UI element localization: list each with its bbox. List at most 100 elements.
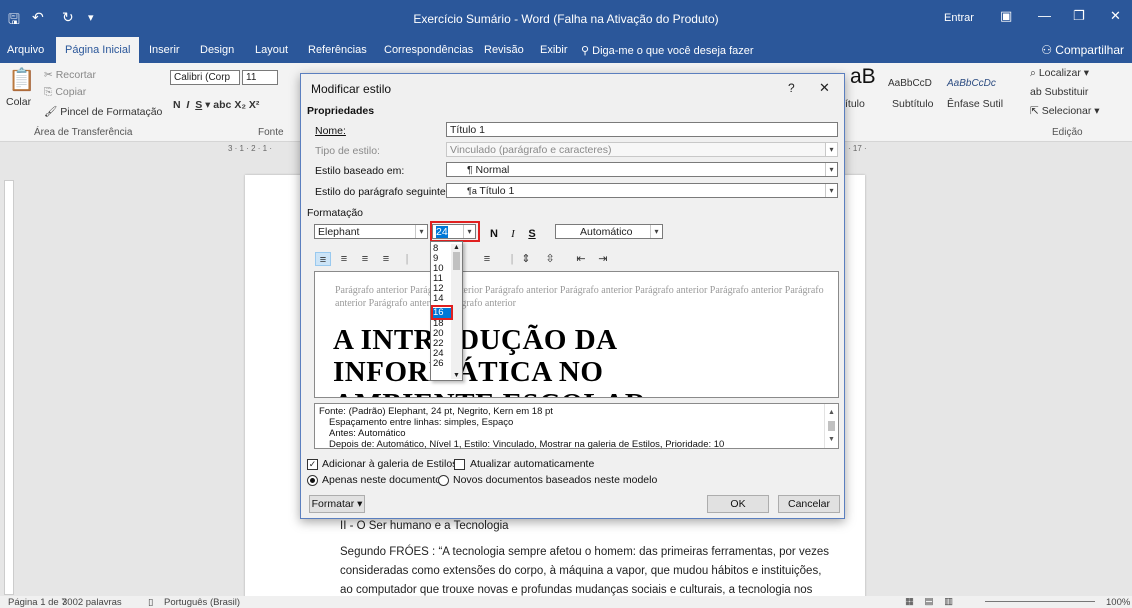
font-size-highlight xyxy=(430,221,480,242)
ruler-marks-left: 3 · 1 · 2 · 1 · xyxy=(228,144,273,153)
ok-button[interactable]: OK xyxy=(707,495,769,513)
paragraph-spacing-icon[interactable]: ⇳ xyxy=(542,252,558,266)
font-select[interactable]: Elephant ▾ xyxy=(314,224,428,239)
vertical-ruler-track xyxy=(4,180,14,595)
underline-button[interactable]: S xyxy=(524,226,540,242)
find-button[interactable]: ⌕ Localizar ▾ xyxy=(1030,67,1089,80)
font-color-select[interactable]: Automático ▾ xyxy=(555,224,663,239)
person-icon: ⚇ xyxy=(1041,43,1056,57)
vertical-ruler[interactable] xyxy=(0,158,18,596)
ribbon-font-size[interactable]: 11 xyxy=(242,70,278,85)
scroll-up-icon[interactable]: ▲ xyxy=(451,244,462,251)
only-this-doc-label: Apenas neste documento xyxy=(322,474,442,486)
style-name-input[interactable]: Título 1 xyxy=(446,122,838,137)
align-distributed-button[interactable]: ≡ xyxy=(479,252,495,266)
tab-design[interactable]: Design xyxy=(200,44,234,56)
share-button[interactable]: ⚇ Compartilhar xyxy=(1041,43,1124,57)
clipboard-group-label: Área de Transferência xyxy=(34,127,133,138)
based-on-select[interactable]: ¶ Normal ▾ xyxy=(446,162,838,177)
paste-button[interactable]: Colar xyxy=(6,96,31,108)
only-this-doc-radio[interactable] xyxy=(307,475,318,486)
size-option[interactable]: 14 xyxy=(433,294,451,304)
chevron-down-icon: ▾ xyxy=(825,143,837,156)
scroll-up-icon[interactable]: ▲ xyxy=(825,407,838,418)
ribbon-bold-button[interactable]: N I S ▾ abc X₂ X² xyxy=(173,99,259,111)
font-group-label: Fonte xyxy=(258,127,284,138)
close-window-button[interactable]: ✕ xyxy=(1110,8,1121,24)
preview-previous-paragraph: Parágrafo anterior Parágrafo anterior Pa… xyxy=(335,285,824,309)
line-spacing-icon[interactable]: ⇕ xyxy=(518,252,534,266)
tab-pagina-inicial[interactable]: Página Inicial xyxy=(56,37,140,63)
font-size-dropdown-list[interactable]: 8 9 10 11 12 14 16 18 20 22 24 26 ▲ ▼ xyxy=(430,241,463,381)
maximize-button[interactable]: ❐ xyxy=(1073,8,1085,24)
chevron-down-icon: ▾ xyxy=(415,225,427,238)
formatting-section: Formatação xyxy=(307,207,364,219)
cut-button[interactable]: ✂ Recortar xyxy=(44,69,96,81)
minimize-button[interactable]: — xyxy=(1038,8,1051,23)
tab-arquivo[interactable]: Arquivo xyxy=(7,44,44,56)
tab-correspondencias[interactable]: Correspondências xyxy=(384,44,473,56)
ribbon-display-icon[interactable]: ▣ xyxy=(1000,8,1012,24)
properties-section: Propriedades xyxy=(307,105,375,117)
word-count[interactable]: 3002 palavras xyxy=(62,597,122,608)
cancel-button[interactable]: Cancelar xyxy=(778,495,840,513)
name-label: Nome: xyxy=(315,125,346,137)
format-painter-button[interactable]: 🖌 Pincel de Formatação xyxy=(44,105,162,118)
select-button[interactable]: ⇱ Selecionar ▾ xyxy=(1030,105,1100,117)
language-indicator[interactable]: Português (Brasil) xyxy=(164,597,240,608)
zoom-slider[interactable] xyxy=(985,601,1095,602)
ribbon-tabs: Arquivo Página Inicial Inserir Design La… xyxy=(0,37,1132,63)
style-preview: Parágrafo anterior Parágrafo anterior Pa… xyxy=(314,271,839,398)
style-type-label: Tipo de estilo: xyxy=(315,145,380,157)
italic-button[interactable]: I xyxy=(505,226,521,242)
description-scrollbar[interactable]: ▲ ▼ xyxy=(824,404,838,448)
search-icon: ⌕ xyxy=(1030,67,1039,79)
ribbon-font-name[interactable]: Calibri (Corp xyxy=(170,70,240,85)
tab-inserir[interactable]: Inserir xyxy=(149,44,180,56)
style-gallery-title[interactable]: aB xyxy=(850,65,876,89)
decrease-indent-icon[interactable]: ⇤ xyxy=(573,252,589,266)
style-subtitulo[interactable]: Subtítulo xyxy=(892,98,933,110)
style-titulo[interactable]: ítulo xyxy=(845,98,865,110)
chevron-down-icon: ▾ xyxy=(650,225,662,238)
page-count[interactable]: Página 1 de 7 xyxy=(8,597,67,608)
new-docs-radio[interactable] xyxy=(438,475,449,486)
justify-button[interactable]: ≡ xyxy=(378,252,394,266)
proofing-icon[interactable]: ▯ xyxy=(148,597,153,608)
bold-button[interactable]: N xyxy=(486,226,502,242)
add-gallery-checkbox[interactable]: ✓ xyxy=(307,459,318,470)
scroll-down-icon[interactable]: ▼ xyxy=(825,434,838,445)
chevron-down-icon: ▾ xyxy=(825,163,837,176)
zoom-level[interactable]: 100% xyxy=(1106,597,1130,608)
replace-button[interactable]: ab Substituir xyxy=(1030,86,1088,98)
tab-layout[interactable]: Layout xyxy=(255,44,288,56)
align-left-button[interactable]: ≡ xyxy=(315,252,331,266)
doc-heading: II - O Ser humano e a Tecnologia xyxy=(340,520,509,532)
separator: | xyxy=(405,253,409,265)
increase-indent-icon[interactable]: ⇥ xyxy=(595,252,611,266)
scroll-thumb[interactable] xyxy=(828,421,835,431)
size-16-highlight xyxy=(431,305,453,320)
scroll-thumb[interactable] xyxy=(453,252,460,270)
style-emphasis-preview[interactable]: AaBbCcDc xyxy=(947,78,996,89)
size-option[interactable]: 26 xyxy=(433,359,451,369)
format-menu-button[interactable]: Formatar ▾ xyxy=(309,495,365,513)
tell-me-box[interactable]: ⚲ Diga-me o que você deseja fazer xyxy=(581,44,754,57)
tab-revisao[interactable]: Revisão xyxy=(484,44,524,56)
align-right-button[interactable]: ≡ xyxy=(357,252,373,266)
paste-icon[interactable]: 📋 xyxy=(8,67,35,93)
copy-button[interactable]: ⎘ Copiar xyxy=(44,86,86,99)
tab-referencias[interactable]: Referências xyxy=(308,44,367,56)
view-buttons[interactable]: ▦ ▤ ▥ xyxy=(905,596,953,607)
style-subtitle-preview[interactable]: AaBbCcD xyxy=(888,78,932,89)
tab-exibir[interactable]: Exibir xyxy=(540,44,568,56)
close-dialog-button[interactable]: ✕ xyxy=(819,80,830,96)
help-button[interactable]: ? xyxy=(788,81,795,95)
signin-link[interactable]: Entrar xyxy=(944,12,974,24)
paragraph-style-icon: ¶a xyxy=(467,186,480,196)
style-enfase-sutil[interactable]: Ênfase Sutil xyxy=(947,98,1003,110)
next-style-select[interactable]: ¶a Título 1 ▾ xyxy=(446,183,838,198)
auto-update-checkbox[interactable] xyxy=(454,459,465,470)
align-center-button[interactable]: ≡ xyxy=(336,252,352,266)
scroll-down-icon[interactable]: ▼ xyxy=(451,372,462,379)
